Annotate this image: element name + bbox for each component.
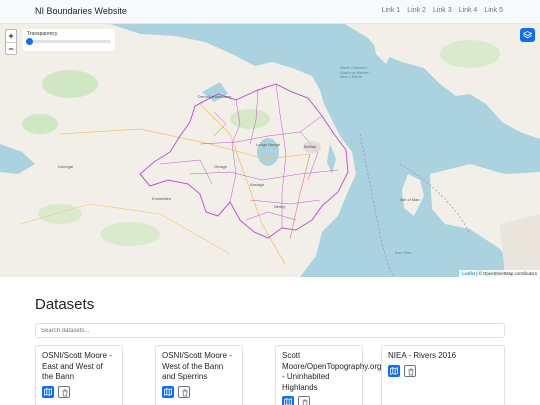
label-omagh: Omagh <box>214 164 228 169</box>
dataset-card-title: OSNI/Scott Moore - West of the Bann and … <box>162 351 232 381</box>
nav-link-2[interactable]: Link 2 <box>407 7 426 14</box>
delete-button[interactable] <box>298 396 310 405</box>
trash-icon <box>182 389 188 396</box>
transparency-control: Transparency <box>23 29 115 51</box>
label-newry: Newry <box>274 204 286 209</box>
green-area <box>42 70 98 98</box>
dataset-card: OSNI/Scott Moore - West of the Bann and … <box>155 345 243 405</box>
map-icon <box>284 398 292 405</box>
dataset-card-title: OSNI/Scott Moore - East and West of the … <box>42 351 112 381</box>
zoom-in-button[interactable]: + <box>6 30 16 42</box>
dataset-card: Scott Moore/OpenTopography.org - Uninhab… <box>275 345 382 405</box>
dataset-card-title: Scott Moore/OpenTopography.org - Uninhab… <box>282 351 382 392</box>
delete-button[interactable] <box>58 385 70 398</box>
green-area <box>22 114 58 134</box>
map-view[interactable]: Derry/Londonderry North Channel / Sruth … <box>0 24 540 277</box>
leaflet-link[interactable]: Leaflet <box>462 271 475 276</box>
label-north-channel: North Channel / Sruth na Maoile / Sea o … <box>340 65 371 79</box>
green-area <box>38 204 82 224</box>
show-on-map-button[interactable] <box>388 364 400 377</box>
delete-button[interactable] <box>404 364 416 377</box>
show-on-map-button[interactable] <box>42 385 54 398</box>
dataset-search-input[interactable] <box>35 323 505 338</box>
layers-button[interactable] <box>520 28 535 42</box>
map-tiles <box>0 24 540 277</box>
dataset-card-title: NIEA - Rivers 2016 <box>388 351 457 360</box>
layers-icon <box>523 31 532 39</box>
label-lough-neagh: Lough Neagh <box>256 142 281 147</box>
label-belfast: Belfast <box>304 144 317 149</box>
datasets-heading: Datasets <box>35 296 95 313</box>
ireland-land <box>0 24 356 277</box>
label-donegal: Donegal <box>58 164 73 169</box>
delete-button[interactable] <box>178 385 190 398</box>
nav-links: Link 1 Link 2 Link 3 Link 4 Link 5 <box>382 7 503 14</box>
map-icon <box>390 366 398 375</box>
site-brand[interactable]: NI Boundaries Website <box>35 6 127 16</box>
trash-icon <box>408 368 414 375</box>
zoom-control: + − <box>5 29 17 55</box>
trash-icon <box>302 399 308 405</box>
trash-icon <box>62 389 68 396</box>
nav-link-5[interactable]: Link 5 <box>484 7 503 14</box>
map-icon <box>164 387 172 396</box>
dataset-cards: OSNI/Scott Moore - East and West of the … <box>35 345 505 405</box>
green-area <box>230 109 270 129</box>
show-on-map-button[interactable] <box>162 385 174 398</box>
transparency-slider-thumb[interactable] <box>26 38 33 45</box>
maritime-boundary <box>359 133 396 277</box>
show-on-map-button[interactable] <box>282 396 294 405</box>
map-attribution: Leaflet | © OpenStreetMap contributors <box>459 270 540 277</box>
label-irish-sea: Irish Sea <box>395 250 411 255</box>
label-armagh: Armagh <box>250 182 265 187</box>
dataset-card: OSNI/Scott Moore - East and West of the … <box>35 345 123 405</box>
top-navbar: NI Boundaries Website Link 1 Link 2 Link… <box>0 0 540 24</box>
map-icon <box>44 387 52 396</box>
green-area <box>440 40 500 68</box>
label-derry: Derry/Londonderry <box>198 94 232 99</box>
label-enniskillen: Enniskillen <box>152 196 172 201</box>
zoom-out-button[interactable]: − <box>6 42 16 54</box>
isle-of-man <box>402 174 424 216</box>
nav-link-1[interactable]: Link 1 <box>382 7 401 14</box>
green-area <box>100 222 160 246</box>
nav-link-4[interactable]: Link 4 <box>459 7 478 14</box>
cumbria <box>500 214 540 277</box>
osm-attribution: | © OpenStreetMap contributors <box>475 271 537 276</box>
nav-link-3[interactable]: Link 3 <box>433 7 452 14</box>
label-isle-of-man: Isle of Man <box>400 197 420 202</box>
dataset-card: NIEA - Rivers 2016 <box>381 345 505 405</box>
transparency-label: Transparency <box>27 31 58 37</box>
transparency-slider[interactable] <box>26 38 111 45</box>
